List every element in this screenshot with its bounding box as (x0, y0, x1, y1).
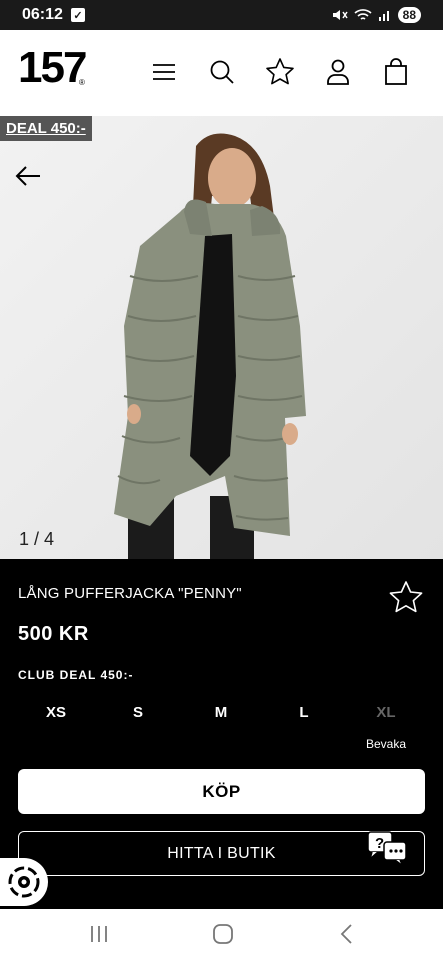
product-price: 500 KR (18, 623, 89, 645)
wifi-icon (354, 9, 372, 20)
registered-mark-icon: ® (79, 78, 85, 87)
image-pager: 1 / 4 (19, 529, 55, 549)
help-chat-icon[interactable]: ? (366, 830, 410, 870)
size-option-unavailable[interactable]: XL (356, 704, 416, 721)
size-option[interactable]: S (108, 704, 168, 721)
status-time: 06:12 (22, 6, 63, 23)
club-deal-text: CLUB DEAL 450:- (18, 668, 134, 682)
cookie-settings-icon[interactable] (0, 858, 48, 906)
back-arrow-icon[interactable] (14, 164, 44, 188)
notification-check-icon: ✓ (70, 8, 85, 22)
system-nav-bar (0, 909, 443, 960)
recent-apps-icon[interactable] (79, 921, 119, 947)
back-nav-icon[interactable] (327, 921, 367, 947)
product-title: LÅNG PUFFERJACKA "PENNY" (18, 585, 242, 602)
svg-text:?: ? (375, 835, 384, 852)
site-header: 157 ® (0, 30, 443, 116)
mute-icon (332, 10, 348, 20)
menu-icon[interactable] (144, 52, 184, 92)
size-selector: XS S M L XL (0, 704, 443, 728)
product-photo (0, 116, 443, 559)
signal-icon (378, 11, 389, 21)
size-option[interactable]: XS (26, 704, 86, 721)
star-icon[interactable] (260, 52, 300, 92)
battery-indicator: 88 (397, 7, 421, 23)
size-option[interactable]: M (191, 704, 251, 721)
deal-badge: DEAL 450:- (0, 116, 92, 141)
user-icon[interactable] (318, 52, 358, 92)
brand-logo[interactable]: 157 (18, 46, 87, 90)
status-icons: 88 (332, 7, 421, 23)
watch-link[interactable]: Bevaka (366, 737, 406, 751)
search-icon[interactable] (202, 52, 242, 92)
buy-button[interactable]: KÖP (18, 769, 425, 814)
size-option[interactable]: L (274, 704, 334, 721)
status-bar: 06:12 ✓ 88 (0, 0, 443, 30)
favorite-star-icon[interactable] (388, 579, 424, 615)
home-icon[interactable] (203, 921, 243, 947)
find-in-store-button[interactable]: HITTA I BUTIK (18, 831, 425, 876)
bag-icon[interactable] (376, 52, 416, 92)
product-image[interactable]: DEAL 450:- 1 / 4 (0, 116, 443, 559)
